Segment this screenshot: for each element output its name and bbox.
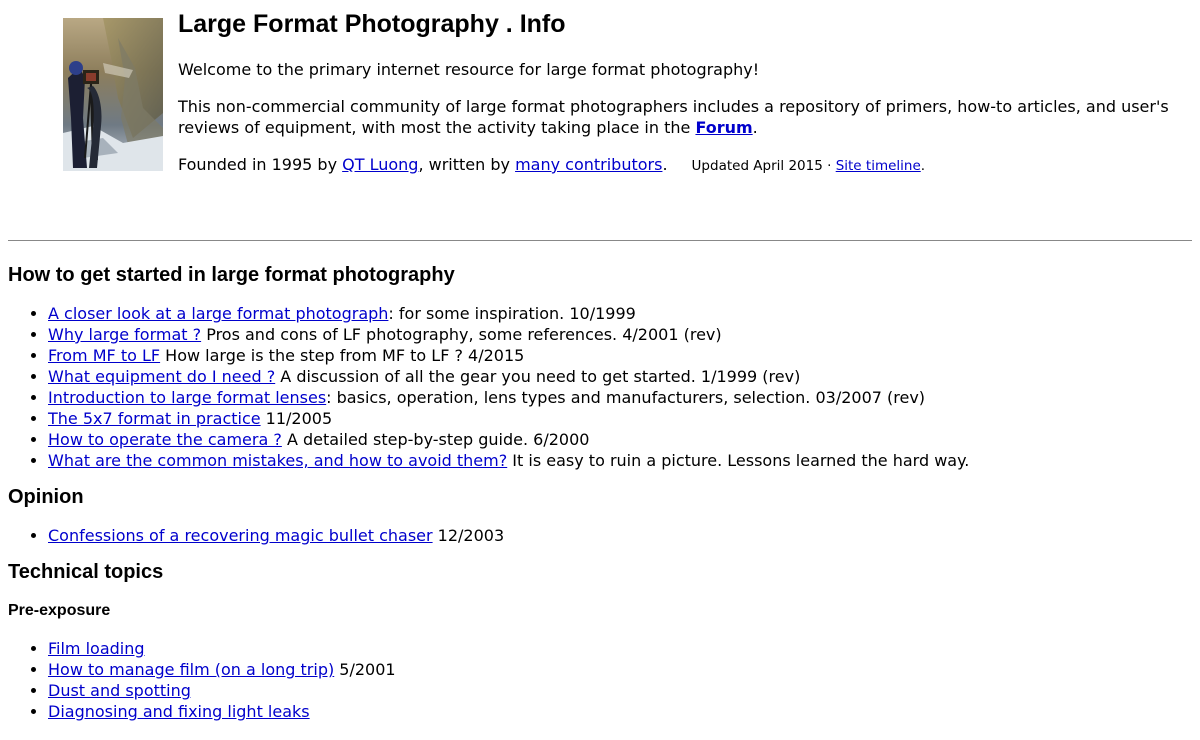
- article-description: 5/2001: [334, 660, 396, 679]
- header-photo: [63, 18, 163, 171]
- founded-line: Founded in 1995 by QT Luong, written by …: [178, 154, 1178, 177]
- site-timeline-link[interactable]: Site timeline: [836, 158, 921, 174]
- founded-middle: , written by: [418, 155, 516, 174]
- article-link[interactable]: Introduction to large format lenses: [48, 388, 326, 407]
- list-item: The 5x7 format in practice 11/2005: [48, 408, 1188, 429]
- article-description: : for some inspiration. 10/1999: [388, 304, 636, 323]
- article-link[interactable]: Dust and spotting: [48, 681, 191, 700]
- divider: [8, 240, 1192, 241]
- opinion-list: Confessions of a recovering magic bullet…: [8, 525, 1188, 546]
- list-item: Confessions of a recovering magic bullet…: [48, 525, 1188, 546]
- photographer-with-camera-image: [63, 18, 163, 171]
- pre-exposure-list: Film loadingHow to manage film (on a lon…: [8, 638, 1188, 722]
- article-link[interactable]: From MF to LF: [48, 346, 160, 365]
- list-item: Introduction to large format lenses: bas…: [48, 387, 1188, 408]
- article-description: : basics, operation, lens types and manu…: [326, 388, 926, 407]
- article-description: 11/2005: [260, 409, 333, 428]
- article-link[interactable]: Film loading: [48, 639, 145, 658]
- article-description: It is easy to ruin a picture. Lessons le…: [507, 451, 970, 470]
- list-item: Diagnosing and fixing light leaks: [48, 701, 1188, 722]
- founded-end: .: [662, 155, 668, 174]
- welcome-text: Welcome to the primary internet resource…: [178, 60, 760, 79]
- updated-note: Updated April 2015 · Site timeline.: [692, 158, 926, 174]
- article-description: 12/2003: [432, 526, 505, 545]
- heading-pre-exposure: Pre-exposure: [8, 602, 111, 619]
- founded-prefix: Founded in 1995 by: [178, 155, 343, 174]
- updated-text: Updated April 2015 ·: [691, 158, 836, 174]
- intro-text: This non-commercial community of large f…: [178, 97, 1169, 137]
- article-description: Pros and cons of LF photography, some re…: [201, 325, 722, 344]
- list-item: What equipment do I need ? A discussion …: [48, 366, 1188, 387]
- list-item: How to operate the camera ? A detailed s…: [48, 429, 1188, 450]
- list-item: What are the common mistakes, and how to…: [48, 450, 1188, 471]
- updated-end: .: [920, 158, 926, 174]
- article-link[interactable]: Confessions of a recovering magic bullet…: [48, 526, 433, 545]
- list-item: Dust and spotting: [48, 680, 1188, 701]
- article-link[interactable]: What equipment do I need ?: [48, 367, 275, 386]
- article-description: A detailed step-by-step guide. 6/2000: [281, 430, 590, 449]
- article-link[interactable]: What are the common mistakes, and how to…: [48, 451, 507, 470]
- article-link[interactable]: How to manage film (on a long trip): [48, 660, 334, 679]
- article-link[interactable]: A closer look at a large format photogra…: [48, 304, 388, 323]
- header-text: Large Format Photography . Info Welcome …: [178, 6, 1178, 177]
- list-item: From MF to LF How large is the step from…: [48, 345, 1188, 366]
- article-description: A discussion of all the gear you need to…: [275, 367, 801, 386]
- list-item: Why large format ? Pros and cons of LF p…: [48, 324, 1188, 345]
- intro-end: .: [752, 118, 758, 137]
- site-title: Large Format Photography . Info: [178, 10, 566, 38]
- list-item: Film loading: [48, 638, 1188, 659]
- forum-link[interactable]: Forum: [695, 118, 752, 137]
- article-description: How large is the step from MF to LF ? 4/…: [160, 346, 525, 365]
- contributors-link[interactable]: many contributors: [515, 155, 662, 174]
- list-item: A closer look at a large format photogra…: [48, 303, 1188, 324]
- article-link[interactable]: Diagnosing and fixing light leaks: [48, 702, 310, 721]
- heading-technical-topics: Technical topics: [8, 561, 164, 583]
- article-link[interactable]: How to operate the camera ?: [48, 430, 282, 449]
- getting-started-list: A closer look at a large format photogra…: [8, 303, 1188, 471]
- site-header: Large Format Photography . Info Welcome …: [0, 0, 1200, 210]
- article-link[interactable]: The 5x7 format in practice: [48, 409, 261, 428]
- main-content: How to get started in large format photo…: [8, 261, 1188, 722]
- intro-paragraph: This non-commercial community of large f…: [178, 96, 1178, 138]
- article-link[interactable]: Why large format ?: [48, 325, 201, 344]
- founder-link[interactable]: QT Luong: [342, 155, 418, 174]
- heading-getting-started: How to get started in large format photo…: [8, 264, 455, 286]
- list-item: How to manage film (on a long trip) 5/20…: [48, 659, 1188, 680]
- heading-opinion: Opinion: [8, 486, 84, 508]
